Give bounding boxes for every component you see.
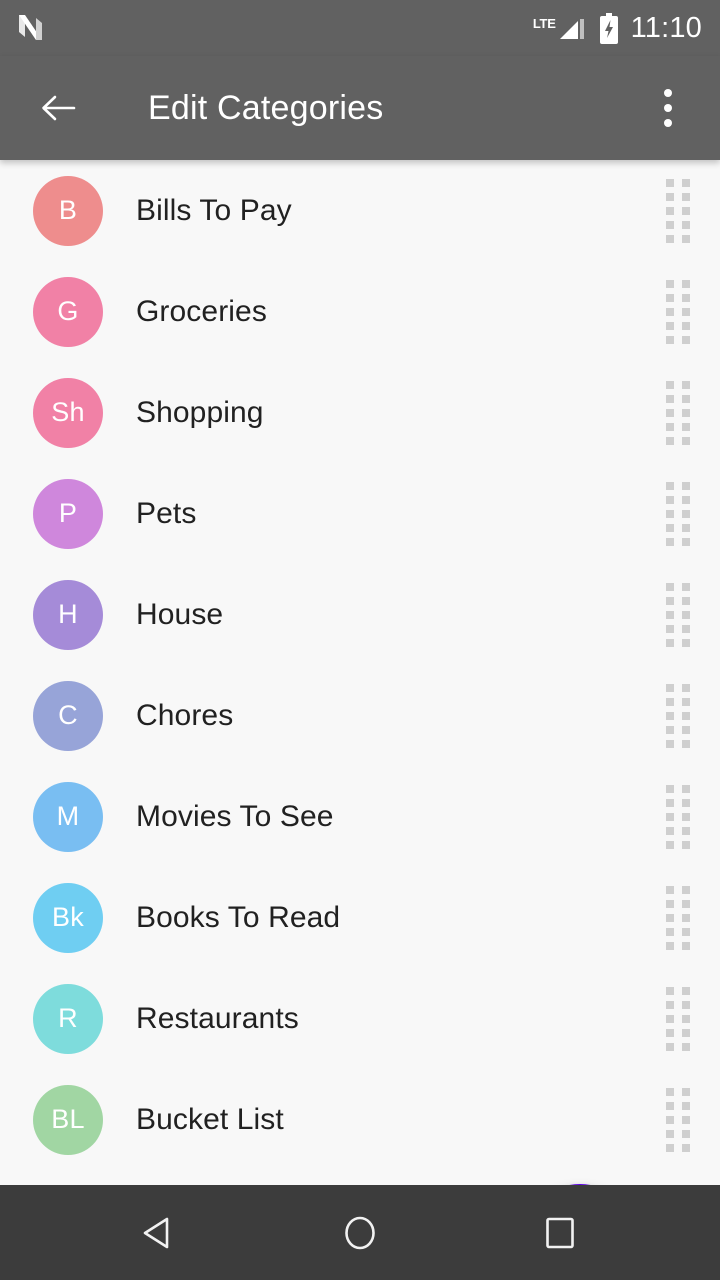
- avatar: H: [33, 579, 103, 650]
- avatar: B: [33, 175, 103, 246]
- list-item[interactable]: M Movies To See: [0, 766, 720, 867]
- list-item-label: Bucket List: [136, 1102, 284, 1136]
- list-item-label: Groceries: [136, 294, 267, 328]
- drag-handle-icon[interactable]: [666, 582, 691, 647]
- drag-handle-icon[interactable]: [666, 481, 691, 546]
- drag-handle-icon[interactable]: [666, 178, 691, 243]
- list-item[interactable]: P Pets: [0, 463, 720, 564]
- nav-recents-square-icon: [546, 1217, 574, 1248]
- avatar: C: [33, 680, 103, 751]
- list-item[interactable]: Bk Books To Read: [0, 867, 720, 968]
- drag-handle-icon[interactable]: [666, 885, 691, 950]
- avatar: G: [33, 276, 103, 347]
- list-item-label: House: [136, 597, 224, 631]
- drag-handle-icon[interactable]: [666, 683, 691, 748]
- drag-handle-icon[interactable]: [666, 279, 691, 344]
- overflow-menu-button[interactable]: [640, 80, 696, 136]
- drag-handle-icon[interactable]: [666, 1087, 691, 1152]
- nav-recents-button[interactable]: [515, 1198, 605, 1268]
- avatar: M: [33, 781, 103, 852]
- lte-label: LTE: [532, 16, 556, 31]
- page-title: Edit Categories: [148, 88, 384, 127]
- status-bar-clock: 11:10: [630, 11, 702, 44]
- list-item-label: Chores: [136, 698, 234, 732]
- toolbar: Edit Categories: [0, 56, 720, 160]
- list-item[interactable]: BL Bucket List: [0, 1069, 720, 1170]
- drag-handle-icon[interactable]: [666, 380, 691, 445]
- list-item-label: Books To Read: [136, 900, 341, 934]
- nav-back-triangle-icon: [143, 1217, 169, 1248]
- list-item-label: Movies To See: [136, 799, 334, 833]
- list-item[interactable]: B Bills To Pay: [0, 160, 720, 261]
- system-navigation-bar: [0, 1185, 720, 1280]
- list-item[interactable]: Sh Shopping: [0, 362, 720, 463]
- avatar: R: [33, 983, 103, 1054]
- avatar: BL: [33, 1084, 103, 1155]
- list-item[interactable]: G Groceries: [0, 261, 720, 362]
- list-item[interactable]: H House: [0, 564, 720, 665]
- avatar: P: [33, 478, 103, 549]
- list-item[interactable]: C Chores: [0, 665, 720, 766]
- category-list[interactable]: B Bills To Pay G Groceries Sh Shopping P…: [0, 160, 720, 1185]
- avatar: Sh: [33, 377, 103, 448]
- avatar: Bk: [33, 882, 103, 953]
- add-category-fab[interactable]: [524, 1184, 636, 1185]
- back-arrow-icon: [42, 95, 76, 121]
- list-item-label: Bills To Pay: [136, 193, 292, 227]
- back-button[interactable]: [36, 86, 80, 130]
- nav-back-button[interactable]: [115, 1198, 205, 1268]
- more-vert-icon-dot: [664, 89, 672, 97]
- list-item-label: Restaurants: [136, 1001, 299, 1035]
- nav-home-button[interactable]: [315, 1198, 405, 1268]
- battery-charging-icon: [599, 12, 618, 44]
- list-item-label: Shopping: [136, 395, 264, 429]
- list-item-label: Pets: [136, 496, 197, 530]
- cell-signal-icon: [559, 19, 584, 39]
- status-bar: LTE 11:10: [0, 0, 720, 56]
- drag-handle-icon[interactable]: [666, 986, 691, 1051]
- status-bar-right: LTE 11:10: [533, 12, 702, 44]
- app-screen: LTE 11:10 Edit Categories B Bills To Pay…: [0, 0, 720, 1280]
- lte-signal-group: LTE: [533, 12, 587, 44]
- android-nougat-logo-icon: [19, 15, 42, 40]
- more-vert-icon-dot: [664, 104, 672, 112]
- more-vert-icon-dot: [664, 119, 672, 127]
- nav-home-circle-icon: [345, 1216, 375, 1249]
- list-item[interactable]: R Restaurants: [0, 968, 720, 1069]
- drag-handle-icon[interactable]: [666, 784, 691, 849]
- status-bar-left: [14, 11, 48, 45]
